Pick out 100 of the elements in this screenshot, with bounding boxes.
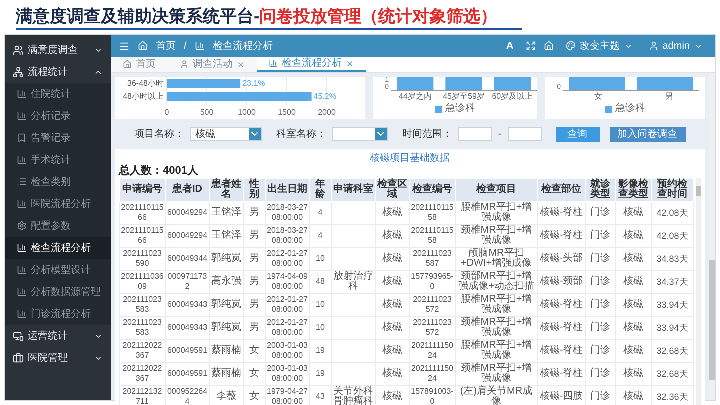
table-cell: 核磁 [376,316,410,340]
table-cell: 核磁 [376,362,410,386]
department-select[interactable] [332,127,388,141]
table-cell: 郭纯岚 [210,316,244,340]
table-cell: 男 [244,248,266,270]
table-cell: 颈部MR平扫+增强成像+动态扫描 [456,270,538,294]
value-label: 23.1% [242,79,266,88]
table-cell: 10 [310,316,332,340]
table-cell: 2012-01-27 08:00:00 [266,248,310,270]
table-cell: 男 [244,316,266,340]
page-scrollbar[interactable] [709,73,715,400]
range-separator: - [498,128,502,142]
table-cell: 郭纯岚 [210,248,244,270]
breadcrumb-link[interactable]: 首页 [156,38,176,54]
table-cell: 核磁 [376,270,410,294]
table-cell: 颈椎MR平扫+增强成像 [456,316,538,340]
theme-menu[interactable]: 改变主题 [562,38,637,54]
table-cell: 0009711732 [166,270,210,294]
column-header: 预约检查时间 [652,178,694,202]
table-cell: 核磁 [616,362,652,386]
column-header: 影像检查类型 [616,178,652,202]
field-label: 时间范围： [402,128,452,142]
table-cell: 600049343 [166,316,210,340]
sidebar-subitem[interactable]: 配置参数 [5,215,111,237]
table-cell: 2003-01-03 08:00:00 [266,340,310,362]
table-cell: 10 [310,294,332,316]
column-header: 性别 [244,178,266,202]
page-tab[interactable]: 检查流程分析 [257,57,366,72]
table-cell: 19 [310,362,332,386]
table-cell: 腰椎MR平扫+增强成像 [456,202,538,224]
table-cell: 202111023572 [410,316,456,340]
close-icon[interactable] [237,60,245,68]
sidebar-subitem[interactable]: 告警记录 [5,127,111,149]
column-header: 申请编号 [120,178,166,202]
sidebar-subitem[interactable]: 检查类别 [5,171,111,193]
fullscreen-icon[interactable] [526,41,536,51]
table-scrollbar[interactable] [696,178,701,405]
sidebar-subitem[interactable]: 医院流程分析 [5,193,111,215]
table-cell: 202111023590 [120,248,166,270]
table-title-link[interactable]: 核磁项目基础数据 [370,153,450,165]
table-cell: 门诊 [586,224,616,248]
category-label: 男 [666,91,674,103]
close-icon[interactable] [346,60,354,68]
table-cell: 放射治疗科 [332,270,376,294]
column-header: 就诊类型 [586,178,616,202]
table-cell: 女 [244,340,266,362]
column-header: 检查部位 [538,178,586,202]
menu-item-icon [13,44,24,56]
table-cell: 600049343 [166,294,210,316]
category-label: 48小时以上 [123,92,164,101]
table-cell: 核磁 [376,224,410,248]
submenu-icon [17,177,27,187]
submenu-icon [17,111,27,121]
table-cell: 33.94天 [652,294,694,316]
table-cell: 202111023583 [120,294,166,316]
sidebar-subitem[interactable]: 住院统计 [5,83,111,105]
end-date-field[interactable] [508,127,542,141]
table-cell: 郭纯岚 [210,294,244,316]
table-cell: 1979-04-27 08:00:00 [266,386,310,405]
sidebar-subitem[interactable]: 分析记录 [5,105,111,127]
user-menu[interactable]: admin [644,38,707,54]
sidebar-subitem[interactable]: 分析数据源管理 [5,281,111,303]
page-tab[interactable]: 首页 [111,57,168,72]
slide-title: 满意度调查及辅助决策系统平台-问卷投放管理（统计对象筛选） [16,6,522,30]
table-cell: 34.83天 [652,248,694,270]
project-select[interactable]: 核磁 [190,127,262,141]
breadcrumb-current: 检查流程分析 [212,40,273,54]
table-cell: 600049591 [166,340,210,362]
category-label: 45岁至59岁 [443,91,485,102]
table-cell: 门诊 [586,294,616,316]
table-cell: 门诊 [586,362,616,386]
sidebar-subitem[interactable]: 门诊流程分析 [5,303,111,325]
start-date-field[interactable] [458,127,492,141]
legend-label: 急诊科 [616,103,646,115]
table-cell: 157793965-0 [410,270,456,294]
menu-item-icon [13,352,24,364]
table-cell: 核磁-颈部 [538,270,586,294]
table-cell: 19 [310,340,332,362]
axis-tick-label: 1000 [238,108,256,117]
font-size-button[interactable]: A [502,38,518,54]
add-to-survey-button[interactable]: 加入问卷调查 [610,126,686,142]
sidebar-subitem[interactable]: 检查流程分析 [5,237,111,259]
sidebar-subitem[interactable]: 分析模型设计 [5,259,111,281]
table-cell: 核磁-四肢 [538,386,586,405]
home-icon [138,41,148,51]
table-cell: 男 [244,202,266,224]
table-cell: 门诊 [586,270,616,294]
table-cell: 蔡雨楠 [210,340,244,362]
submenu-icon [17,287,27,297]
sidebar-subitem[interactable]: 手术统计 [5,149,111,171]
column-header: 出生日期 [266,178,310,202]
page-tab[interactable]: 调查活动 [168,57,257,72]
submenu-icon [17,89,27,99]
column-header: 年龄 [310,178,332,202]
table-cell: 核磁-脊柱 [538,202,586,224]
home-icon[interactable] [544,41,554,51]
table-cell: 核磁-脊柱 [538,316,586,340]
menu-icon[interactable] [119,40,130,52]
search-button[interactable]: 查询 [556,126,600,142]
table-cell: 男 [244,270,266,294]
